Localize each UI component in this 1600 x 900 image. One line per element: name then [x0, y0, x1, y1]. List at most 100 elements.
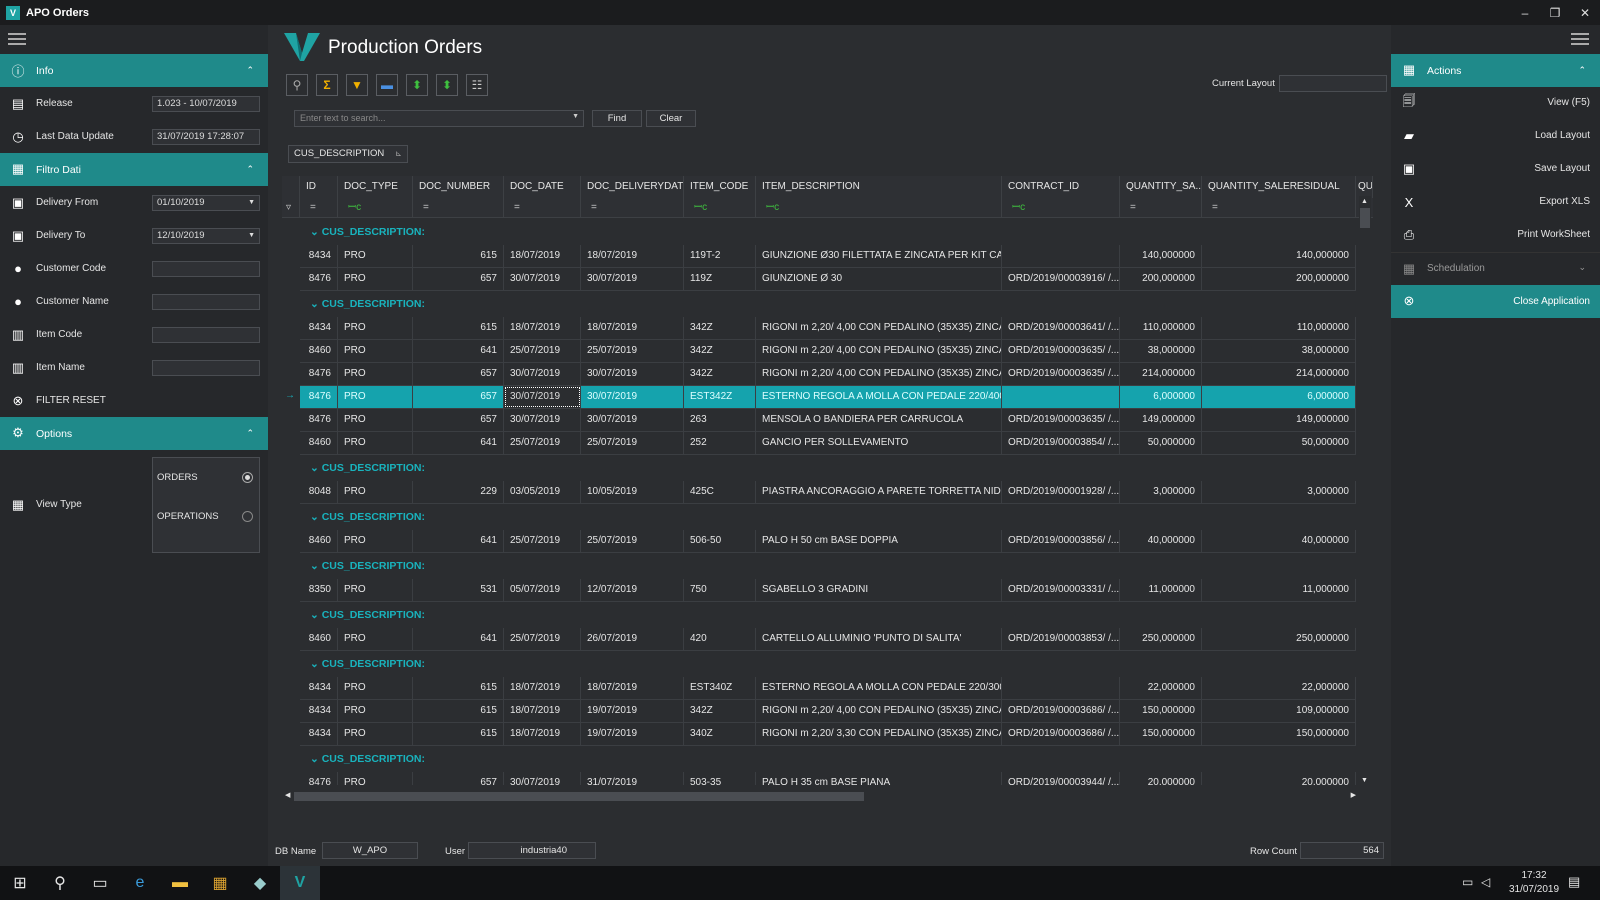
group-by-chip[interactable]: CUS_DESCRIPTION ⊾	[288, 145, 408, 163]
group-row[interactable]: ⌄ CUS_DESCRIPTION:	[300, 651, 1356, 677]
table-cell[interactable]: 19/07/2019	[581, 723, 684, 745]
customer-name-field[interactable]	[152, 293, 260, 310]
table-cell[interactable]: 22,000000	[1202, 677, 1356, 699]
vertical-scrollbar[interactable]: ▲ ▼	[1359, 196, 1371, 786]
table-cell[interactable]: RIGONI m 2,20/ 4,00 CON PEDALINO (35X35)…	[756, 700, 1002, 722]
dropdown-arrow-icon[interactable]: ▼	[248, 196, 255, 210]
table-cell[interactable]: 150,000000	[1120, 723, 1202, 745]
table-cell[interactable]: 340Z	[684, 723, 756, 745]
current-layout-field[interactable]	[1279, 75, 1387, 92]
table-row[interactable]: 8460 PRO 641 25/07/2019 25/07/2019 506-50 PALO…	[300, 530, 1356, 553]
table-cell[interactable]: 615	[413, 317, 504, 339]
info-section-header[interactable]: ⓘ Info ⌃	[0, 54, 268, 87]
load-layout-button[interactable]: ▰ Load Layout	[1391, 120, 1600, 153]
sum-button[interactable]: Σ	[316, 74, 338, 96]
table-cell[interactable]: 641	[413, 628, 504, 650]
table-cell[interactable]: 18/07/2019	[504, 677, 581, 699]
table-row[interactable]: 8476 PRO 657 30/07/2019 30/07/2019 342Z RIGONI…	[300, 363, 1356, 386]
table-cell[interactable]: 119Z	[684, 268, 756, 290]
table-cell[interactable]: 25/07/2019	[504, 628, 581, 650]
collapse-button[interactable]: ⬍	[436, 74, 458, 96]
table-cell[interactable]: 8048	[300, 481, 338, 503]
table-row[interactable]: 8460 PRO 641 25/07/2019 26/07/2019 420 CARTELL…	[300, 628, 1356, 651]
table-cell[interactable]: PRO	[338, 723, 413, 745]
table-cell[interactable]: 18/07/2019	[581, 245, 684, 267]
dropdown-arrow-icon[interactable]: ▼	[248, 229, 255, 243]
scroll-up-icon[interactable]: ▲	[1361, 198, 1368, 205]
group-row[interactable]: ⌄ CUS_DESCRIPTION:	[300, 455, 1356, 481]
group-expand-icon[interactable]: ⌄	[310, 511, 322, 523]
table-cell[interactable]: PRO	[338, 700, 413, 722]
table-cell[interactable]: 8460	[300, 432, 338, 454]
column-header-doc-deliverydate[interactable]: DOC_DELIVERYDATE	[581, 176, 684, 198]
table-cell[interactable]: EST340Z	[684, 677, 756, 699]
table-cell[interactable]: 140,000000	[1120, 245, 1202, 267]
network-icon[interactable]: ▭	[1462, 875, 1473, 889]
table-cell[interactable]: RIGONI m 2,20/ 4,00 CON PEDALINO (35X35)…	[756, 340, 1002, 362]
table-cell[interactable]: 252	[684, 432, 756, 454]
table-cell[interactable]: 506-50	[684, 530, 756, 552]
table-cell[interactable]: ORD/2019/00003856/ /...	[1002, 530, 1120, 552]
group-row[interactable]: ⌄ CUS_DESCRIPTION:	[300, 746, 1356, 772]
table-cell[interactable]: 110,000000	[1202, 317, 1356, 339]
table-cell[interactable]: PRO	[338, 677, 413, 699]
table-cell[interactable]	[1002, 245, 1120, 267]
table-cell[interactable]: RIGONI m 2,20/ 4,00 CON PEDALINO (35X35)…	[756, 363, 1002, 385]
table-row[interactable]: 8476 PRO 657 30/07/2019 30/07/2019 263 MENSOLA…	[300, 409, 1356, 432]
table-cell[interactable]: 615	[413, 677, 504, 699]
column-header-doc-date[interactable]: DOC_DATE	[504, 176, 581, 198]
column-header-item-description[interactable]: ITEM_DESCRIPTION	[756, 176, 1002, 198]
delivery-from-field[interactable]: 01/10/2019 ▼	[152, 194, 260, 211]
table-cell[interactable]: 18/07/2019	[504, 245, 581, 267]
table-cell[interactable]: 18/07/2019	[504, 700, 581, 722]
table-cell[interactable]: 31/07/2019	[581, 772, 684, 785]
filter-cell-doc-type[interactable]: ꟷc	[338, 198, 413, 218]
table-cell[interactable]: 250,000000	[1120, 628, 1202, 650]
task-view-icon[interactable]: ▭	[80, 866, 120, 900]
table-row[interactable]: 8434 PRO 615 18/07/2019 19/07/2019 340Z RIGONI…	[300, 723, 1356, 746]
table-cell[interactable]: 214,000000	[1202, 363, 1356, 385]
dropdown-arrow-icon[interactable]: ▼	[572, 113, 579, 120]
table-cell[interactable]: 149,000000	[1202, 409, 1356, 431]
table-cell[interactable]: ESTERNO REGOLA A MOLLA CON PEDALE 220/30…	[756, 677, 1002, 699]
table-cell[interactable]: 8434	[300, 317, 338, 339]
table-cell[interactable]: 615	[413, 700, 504, 722]
table-cell[interactable]: 342Z	[684, 340, 756, 362]
search-input[interactable]: Enter text to search... ▼	[294, 110, 584, 127]
options-section-header[interactable]: ⚙ Options ⌃	[0, 417, 268, 450]
close-application-button[interactable]: ⊗ Close Application	[1391, 285, 1600, 318]
filter-cell-doc-number[interactable]: =	[413, 198, 504, 218]
table-cell[interactable]: 615	[413, 723, 504, 745]
table-row[interactable]: 8434 PRO 615 18/07/2019 19/07/2019 342Z RIGONI…	[300, 700, 1356, 723]
filter-cell-doc-date[interactable]: =	[504, 198, 581, 218]
table-row[interactable]: 8476 PRO 657 30/07/2019 30/07/2019 119Z GIUNZI…	[300, 268, 1356, 291]
table-cell[interactable]: PRO	[338, 772, 413, 785]
table-row[interactable]: 8434 PRO 615 18/07/2019 18/07/2019 342Z RIGONI…	[300, 317, 1356, 340]
table-cell[interactable]: 8476	[300, 386, 338, 408]
volume-icon[interactable]: ◁	[1481, 875, 1490, 889]
table-cell[interactable]: 25/07/2019	[581, 530, 684, 552]
table-cell[interactable]: 140,000000	[1202, 245, 1356, 267]
table-cell[interactable]: 119T-2	[684, 245, 756, 267]
group-expand-icon[interactable]: ⌄	[310, 609, 322, 621]
expand-button[interactable]: ⬍	[406, 74, 428, 96]
table-cell[interactable]: 11,000000	[1202, 579, 1356, 601]
table-cell[interactable]: CARTELLO ALLUMINIO 'PUNTO DI SALITA'	[756, 628, 1002, 650]
table-cell[interactable]: 30/07/2019	[504, 772, 581, 785]
group-row[interactable]: ⌄ CUS_DESCRIPTION:	[300, 553, 1356, 579]
table-cell[interactable]: 50,000000	[1120, 432, 1202, 454]
scroll-down-icon[interactable]: ▼	[1361, 777, 1368, 784]
table-cell[interactable]: 38,000000	[1202, 340, 1356, 362]
table-cell[interactable]: 3,000000	[1202, 481, 1356, 503]
table-cell[interactable]: 05/07/2019	[504, 579, 581, 601]
table-cell[interactable]: 25/07/2019	[504, 432, 581, 454]
table-cell[interactable]: PRO	[338, 317, 413, 339]
table-cell[interactable]: GIUNZIONE Ø30 FILETTATA E ZINCATA PER KI…	[756, 245, 1002, 267]
table-cell[interactable]: PRO	[338, 386, 413, 408]
table-cell[interactable]: 30/07/2019	[504, 409, 581, 431]
table-cell[interactable]: ESTERNO REGOLA A MOLLA CON PEDALE 220/40…	[756, 386, 1002, 408]
table-cell[interactable]: 25/07/2019	[504, 340, 581, 362]
table-cell[interactable]: 8460	[300, 530, 338, 552]
group-row[interactable]: ⌄ CUS_DESCRIPTION:	[300, 504, 1356, 530]
table-cell[interactable]: 40,000000	[1202, 530, 1356, 552]
